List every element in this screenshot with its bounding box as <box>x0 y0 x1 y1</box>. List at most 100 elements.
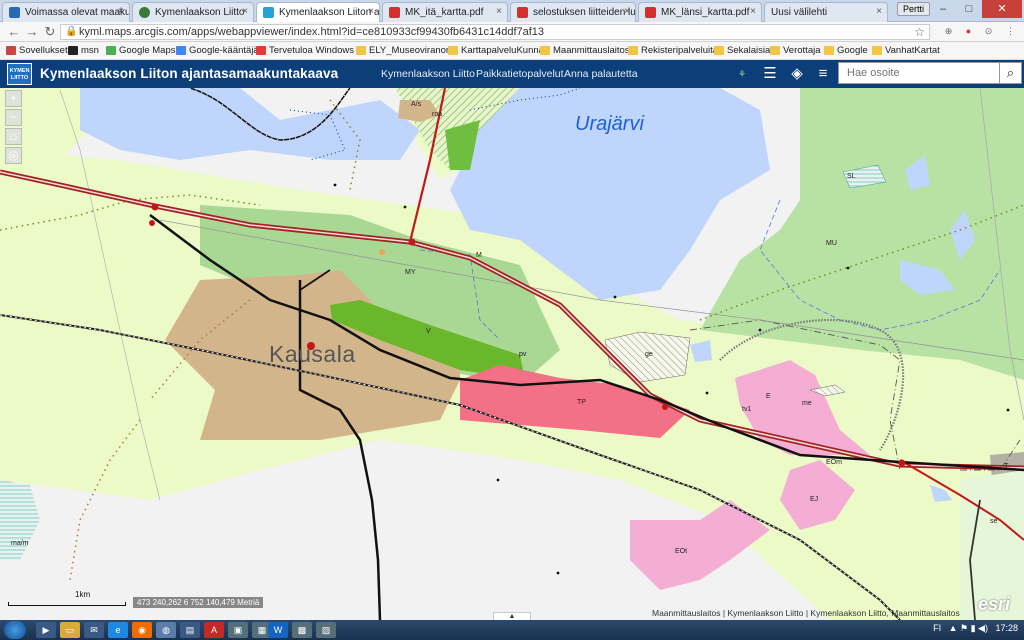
zone-label: pv <box>519 351 527 358</box>
url-text: kyml.maps.arcgis.com/apps/webappviewer/i… <box>79 26 545 38</box>
tab-label: MK_länsi_kartta.pdf <box>661 7 750 18</box>
zone-label: MY <box>405 269 416 276</box>
zone-label: EJ <box>810 496 819 503</box>
extension-icon[interactable]: ⊙ <box>982 25 995 38</box>
app-icon[interactable]: ▨ <box>316 622 336 638</box>
browser-tab[interactable]: Voimassa olevat maaku × <box>2 2 130 22</box>
zone-label: MU <box>826 240 837 247</box>
bookmark-item[interactable]: Google-kääntäjä <box>176 45 259 56</box>
locate-icon[interactable]: ◎ <box>5 147 22 164</box>
browser-tab[interactable]: Uusi välilehti × <box>764 2 888 22</box>
zoom-out-icon[interactable]: − <box>5 109 22 126</box>
extension-icon[interactable]: ● <box>962 25 975 38</box>
search-icon[interactable]: ⌕ <box>999 63 1021 83</box>
zoom-in-icon[interactable]: + <box>5 90 22 107</box>
file-explorer-icon[interactable]: ▭ <box>60 622 80 638</box>
profile-button[interactable]: Pertti <box>896 2 930 16</box>
link-anna-palautetta[interactable]: Anna palautetta <box>564 68 638 80</box>
bookmark-item[interactable]: Verottaja <box>770 45 821 56</box>
bookmark-label: Sovellukset <box>19 45 68 56</box>
home-icon[interactable]: ⌂ <box>5 128 22 145</box>
tab-favicon-icon <box>9 7 20 18</box>
back-icon[interactable]: ← <box>6 24 22 39</box>
collapse-panel-button[interactable]: ▲ <box>493 612 531 620</box>
pdf-reader-icon[interactable]: A <box>204 622 224 638</box>
start-button[interactable] <box>4 621 26 639</box>
address-search-input[interactable] <box>839 63 997 83</box>
bookmark-item[interactable]: Rekisteripalveluita <box>628 45 718 56</box>
zone-label: ge <box>645 351 653 358</box>
forward-icon[interactable]: → <box>24 24 40 39</box>
browser-tab[interactable]: Kymenlaakson Liitto × <box>132 2 254 22</box>
close-icon[interactable]: × <box>368 6 374 17</box>
bookmark-item[interactable]: Sovellukset <box>6 45 68 56</box>
tab-label: selostuksen liitteiden lu <box>533 7 636 18</box>
bookmark-item[interactable]: Tervetuloa Windows L <box>256 45 362 56</box>
bookmark-item[interactable]: Sekalaisia <box>714 45 770 56</box>
bookmark-label: Sekalaisia <box>727 45 771 56</box>
close-icon[interactable]: × <box>496 6 502 17</box>
zone-label: tv1 <box>742 406 752 413</box>
lock-icon: 🔒 <box>65 26 78 37</box>
maximize-icon[interactable]: □ <box>956 0 982 18</box>
link-paikkatietopalvelut[interactable]: Paikkatietopalvelut <box>476 68 564 80</box>
chrome-icon[interactable]: ◍ <box>156 622 176 638</box>
junction-icon <box>408 238 416 246</box>
bookmark-item[interactable]: Google Maps <box>106 45 176 56</box>
close-icon[interactable]: × <box>750 6 756 17</box>
browser-tab-active[interactable]: Kymenlaakson Liiton aja × <box>256 2 380 22</box>
bookmark-label: msn <box>81 45 99 56</box>
esri-logo: esri <box>978 594 1011 614</box>
bookmark-item[interactable]: Maanmittauslaitos <box>540 45 630 56</box>
language-indicator[interactable]: FI <box>933 623 941 633</box>
app-icon[interactable]: ▤ <box>180 622 200 638</box>
app-icon[interactable]: ▩ <box>292 622 312 638</box>
close-window-icon[interactable]: ✕ <box>982 0 1022 18</box>
menu-icon[interactable]: ⋮ <box>1004 25 1017 38</box>
extension-icon[interactable]: ⊕ <box>942 25 955 38</box>
tab-favicon-icon <box>263 7 274 18</box>
media-player-icon[interactable]: ▶ <box>36 622 56 638</box>
bookmark-label: Google Maps <box>119 45 176 56</box>
bookmark-label: Rekisteripalveluita <box>641 45 719 56</box>
reload-icon[interactable]: ↻ <box>42 24 58 40</box>
url-field[interactable]: 🔒 kyml.maps.arcgis.com/apps/webappviewer… <box>60 24 930 40</box>
legend-list-icon[interactable]: ☰ <box>759 64 781 84</box>
coordinate-readout: 473 240,262 6 752 140,479 Metriä <box>133 597 264 608</box>
menu-icon[interactable]: ≡ <box>812 64 834 84</box>
bookmark-item[interactable]: msn <box>68 45 99 56</box>
tray-icons[interactable]: ▲ ⚑ ▮ ◀) <box>949 623 988 633</box>
bookmark-item[interactable]: ELY_Museoviranom <box>356 45 454 56</box>
scale-bar <box>8 602 126 606</box>
minimize-icon[interactable]: – <box>930 0 956 18</box>
bookmark-star-icon[interactable]: ☆ <box>914 25 925 39</box>
app-icon[interactable]: ▣ <box>228 622 248 638</box>
folder-icon <box>448 46 458 55</box>
map-view[interactable]: Kausala Urajärvi A/s roa SL MU M MY V pv… <box>0 88 1024 620</box>
junction-icon <box>898 459 906 467</box>
close-icon[interactable]: × <box>876 6 882 17</box>
app-logo: KYMEN LIITTO <box>7 63 32 85</box>
bookmark-item[interactable]: VanhatKartat <box>872 45 940 56</box>
clock[interactable]: 17:28 <box>995 623 1018 633</box>
zone-label: ma/m <box>11 540 29 547</box>
bookmark-item[interactable]: KarttapalveluKunnat <box>448 45 547 56</box>
close-icon[interactable]: × <box>624 6 630 17</box>
email-icon[interactable]: ✉ <box>84 622 104 638</box>
layers-icon[interactable]: ◈ <box>786 64 808 84</box>
browser-tab[interactable]: MK_itä_kartta.pdf × <box>382 2 508 22</box>
firefox-icon[interactable]: ◉ <box>132 622 152 638</box>
browser-tab[interactable]: MK_länsi_kartta.pdf × <box>638 2 762 22</box>
browser-tab[interactable]: selostuksen liitteiden lu × <box>510 2 636 22</box>
tab-label: Kymenlaakson Liiton aja <box>279 7 380 18</box>
word-icon[interactable]: W <box>268 622 288 638</box>
ie-icon[interactable]: e <box>108 622 128 638</box>
window-controls: – □ ✕ <box>930 0 1022 18</box>
bookmark-item[interactable]: Google <box>824 45 868 56</box>
zone-label: EOt <box>675 548 688 555</box>
bookmark-label: Verottaja <box>783 45 821 56</box>
link-kymenlaakson-liitto[interactable]: Kymenlaakson Liitto <box>381 68 475 80</box>
pdf-icon <box>389 7 400 18</box>
close-icon[interactable]: × <box>242 6 248 17</box>
close-icon[interactable]: × <box>118 6 124 17</box>
